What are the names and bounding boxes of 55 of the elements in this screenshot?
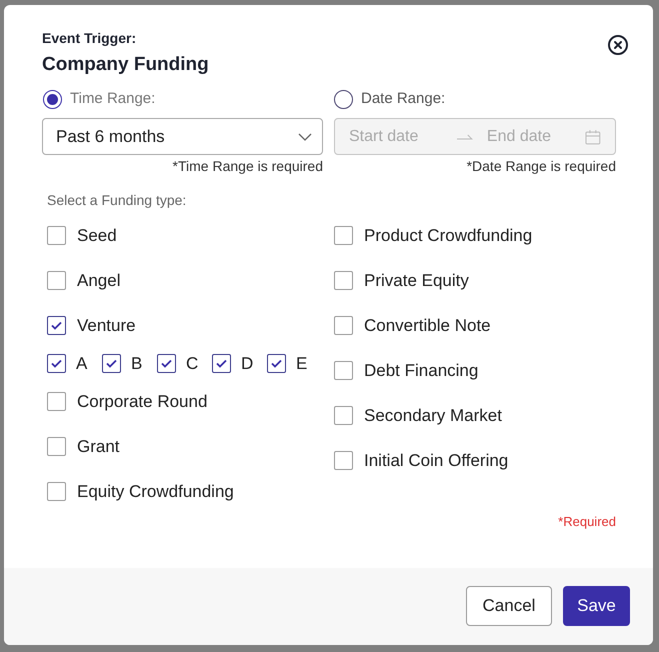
checkbox[interactable] bbox=[47, 482, 66, 501]
required-note: *Required bbox=[558, 514, 616, 529]
checkbox-label: Venture bbox=[77, 314, 136, 337]
radio-label: Time Range: bbox=[70, 88, 156, 109]
checkbox-label: Secondary Market bbox=[364, 404, 502, 427]
checkbox-label: Angel bbox=[77, 270, 120, 292]
checkbox[interactable] bbox=[334, 316, 353, 335]
time-range-dropdown[interactable]: Past 6 months bbox=[42, 118, 323, 155]
checkbox[interactable] bbox=[47, 271, 66, 290]
checkbox[interactable] bbox=[334, 271, 353, 290]
dialog-eyebrow: Event Trigger: bbox=[42, 29, 136, 47]
checkbox-label: B bbox=[131, 352, 142, 375]
checkbox-label: Debt Financing bbox=[364, 360, 478, 382]
calendar-icon bbox=[585, 128, 601, 144]
checkbox-label: Equity Crowdfunding bbox=[77, 480, 234, 503]
checkmark-icon bbox=[271, 359, 282, 368]
cancel-button[interactable]: Cancel bbox=[466, 586, 552, 626]
checkbox[interactable] bbox=[334, 361, 353, 380]
checkbox[interactable] bbox=[47, 316, 66, 335]
close-icon[interactable] bbox=[607, 34, 629, 56]
checkbox[interactable] bbox=[267, 354, 286, 373]
checkbox-label: Seed bbox=[77, 224, 117, 247]
checkbox[interactable] bbox=[102, 354, 121, 373]
checkbox[interactable] bbox=[157, 354, 176, 373]
checkmark-icon bbox=[106, 359, 117, 368]
save-button[interactable]: Save bbox=[563, 586, 630, 626]
validation-hint: *Date Range is required bbox=[466, 157, 616, 175]
checkbox-label: Convertible Note bbox=[364, 314, 491, 337]
checkbox[interactable] bbox=[47, 392, 66, 411]
radio-button[interactable] bbox=[43, 90, 62, 108]
checkbox-label: C bbox=[186, 352, 197, 375]
checkbox[interactable] bbox=[47, 354, 66, 373]
checkbox-label: E bbox=[296, 352, 307, 375]
checkbox-label: D bbox=[241, 352, 252, 375]
checkbox-label: Grant bbox=[77, 436, 120, 458]
checkmark-icon bbox=[51, 321, 62, 330]
checkbox[interactable] bbox=[334, 451, 353, 470]
radio-label: Date Range: bbox=[361, 88, 446, 109]
checkbox-label: Corporate Round bbox=[77, 390, 208, 413]
checkbox-label: A bbox=[76, 352, 87, 375]
dialog-title: Company Funding bbox=[42, 53, 209, 77]
checkmark-icon bbox=[216, 359, 227, 368]
section-label: Select a Funding type: bbox=[47, 191, 186, 209]
checkbox-label: Initial Coin Offering bbox=[364, 450, 508, 472]
checkbox[interactable] bbox=[47, 226, 66, 245]
checkbox[interactable] bbox=[334, 406, 353, 425]
checkmark-icon bbox=[51, 359, 62, 368]
checkbox-label: Product Crowdfunding bbox=[364, 224, 532, 247]
validation-hint: *Time Range is required bbox=[172, 157, 323, 175]
checkbox[interactable] bbox=[334, 226, 353, 245]
checkbox[interactable] bbox=[212, 354, 231, 373]
checkmark-icon bbox=[161, 359, 172, 368]
chevron-down-icon bbox=[298, 132, 312, 140]
checkbox[interactable] bbox=[47, 437, 66, 456]
checkbox-label: Private Equity bbox=[364, 270, 469, 292]
